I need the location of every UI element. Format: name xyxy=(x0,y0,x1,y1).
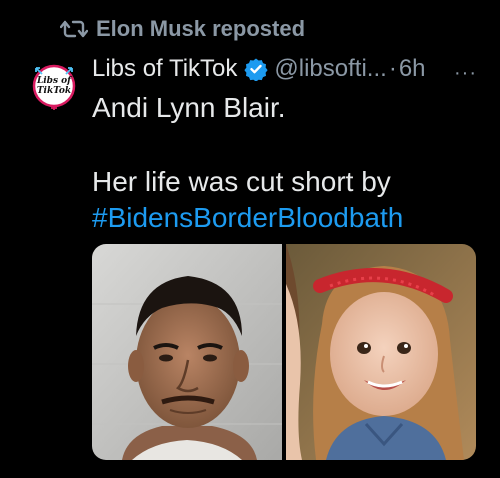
repost-icon xyxy=(60,18,88,40)
tweet-line-1: Andi Lynn Blair. xyxy=(92,92,286,123)
tweet-line-2: Her life was cut short by xyxy=(92,166,391,197)
tweet-media[interactable] xyxy=(92,244,476,460)
repost-indicator[interactable]: Elon Musk reposted xyxy=(60,14,305,44)
timestamp[interactable]: 6h xyxy=(399,55,426,83)
media-image-left[interactable] xyxy=(92,244,282,460)
separator: · xyxy=(388,55,397,82)
media-image-right[interactable] xyxy=(286,244,476,460)
repost-label: Elon Musk reposted xyxy=(96,16,306,41)
handle[interactable]: @libsofti... xyxy=(274,55,386,83)
tweet-text: Andi Lynn Blair. Her life was cut short … xyxy=(92,90,482,236)
avatar-text-line2: TikTok xyxy=(37,86,71,96)
display-name[interactable]: Libs of TikTok xyxy=(92,55,237,83)
avatar-text-line1: Libs of xyxy=(36,76,73,86)
tweet-header: Libs of TikTok @libsofti... · 6h xyxy=(92,52,492,86)
more-options-icon[interactable]: ··· xyxy=(454,62,477,85)
tweet-spacer xyxy=(92,126,482,164)
verified-badge-icon xyxy=(244,57,269,81)
avatar[interactable]: Libs of TikTok xyxy=(30,62,78,110)
hashtag-link[interactable]: #BidensBorderBloodbath xyxy=(92,200,482,236)
